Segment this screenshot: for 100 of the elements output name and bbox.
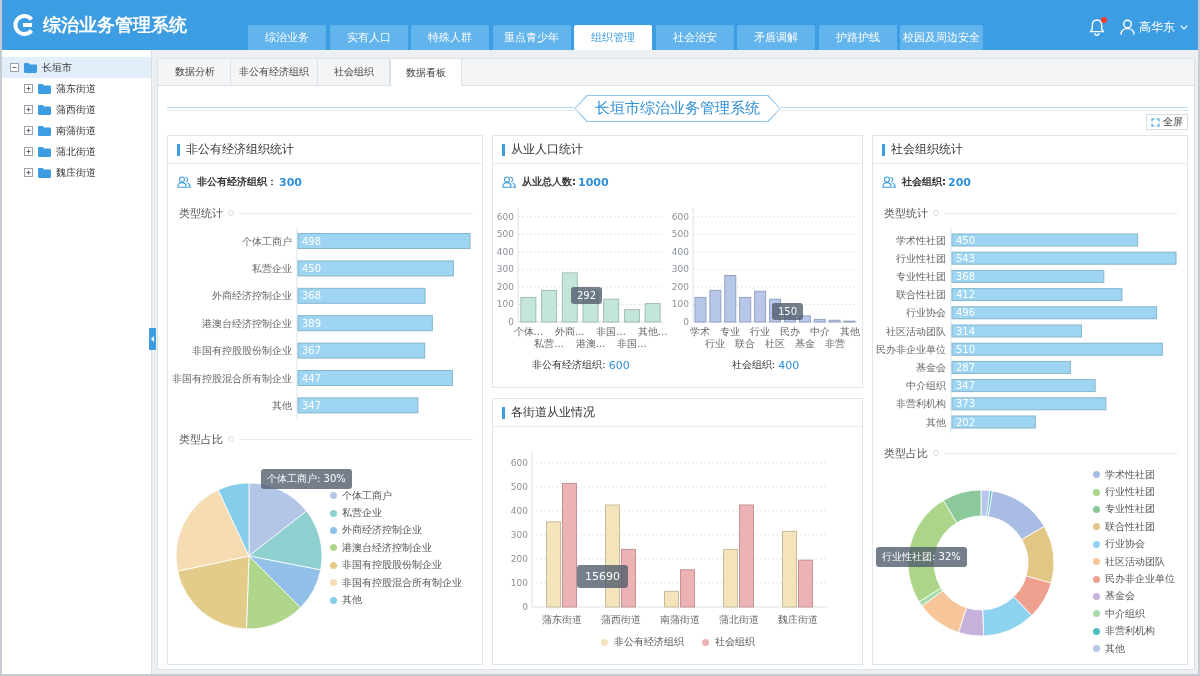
tick-label: 100: [510, 578, 528, 588]
axis-label: 非营利机构: [896, 398, 946, 410]
tick-label: 200: [671, 281, 689, 292]
axis-label: 私营企业: [252, 262, 292, 274]
tooltip: 行业性社团: 32%: [876, 547, 967, 567]
axis-label: 行业: [705, 338, 726, 349]
tooltip: 150: [772, 303, 804, 320]
panel-title: 从业人口统计: [511, 141, 583, 158]
section-title: 类型统计: [884, 205, 928, 221]
stat-label: 从业总人数:: [522, 175, 576, 189]
tick-label: 300: [510, 530, 528, 540]
axis-label: 蒲西街道: [600, 614, 641, 625]
app-title: 综治业务管理系统: [43, 13, 187, 37]
bar-value-label: 347: [302, 399, 322, 411]
axis-label: 社区活动团队: [886, 325, 946, 337]
stat-value: 300: [279, 175, 302, 189]
bar-value-label: 287: [956, 361, 976, 373]
axis-label: 南蒲街道: [659, 614, 700, 625]
caption-value: 400: [778, 358, 800, 372]
stat-label: 社会组织:: [902, 175, 946, 189]
legend-label: 社区活动团队: [1105, 554, 1165, 569]
axis-label: 私营...: [534, 338, 564, 349]
tick-label: 0: [508, 317, 514, 327]
axis-label: 民办: [779, 326, 800, 337]
tick-label: 300: [671, 264, 689, 275]
legend-label: 社会组织: [714, 635, 755, 649]
legend-label: 非营利机构: [1105, 624, 1155, 639]
caption-label: 非公有经济组织:: [532, 358, 606, 372]
axis-label: 外商经济控制企业: [212, 290, 292, 302]
section-title: 类型统计: [179, 205, 223, 221]
legend-label: 专业性社团: [1105, 502, 1155, 517]
bar-value-label: 368: [956, 270, 976, 282]
bar-value-label: 447: [302, 372, 322, 384]
legend-label: 非公有经济组织: [613, 635, 684, 649]
tick-label: 400: [510, 506, 528, 516]
bar-value-label: 367: [302, 345, 322, 357]
axis-label: 中介组织: [906, 380, 946, 392]
tick-label: 200: [496, 281, 514, 292]
legend-label: 联合性社团: [1105, 519, 1155, 534]
stat-label: 非公有经济组织：: [197, 175, 277, 189]
tick-label: 600: [671, 211, 689, 222]
legend-label: 民办非企业单位: [1105, 572, 1175, 587]
bar-value-label: 496: [956, 307, 976, 319]
tooltip: 15690: [577, 565, 628, 588]
legend-label: 非国有控股混合所有制企业: [342, 575, 462, 590]
panel-title: 社会组织统计: [891, 141, 963, 158]
tick-label: 200: [510, 554, 528, 564]
legend-label: 学术性社团: [1105, 467, 1155, 482]
axis-label: 港澳...: [575, 338, 606, 349]
panel-title: 非公有经济组织统计: [186, 141, 294, 158]
axis-label: 港澳台经济控制企业: [202, 317, 292, 329]
axis-label: 社区: [765, 338, 785, 349]
bar-value-label: 498: [302, 235, 322, 247]
bar-value-label: 202: [956, 416, 976, 428]
section-title: 类型占比: [179, 431, 223, 447]
tick-label: 100: [496, 299, 514, 310]
legend-label: 其他: [1105, 641, 1125, 656]
axis-label: 其他: [926, 416, 946, 428]
legend-label: 行业协会: [1105, 537, 1145, 552]
tick-label: 0: [522, 602, 528, 612]
tooltip: 292: [571, 287, 603, 304]
axis-label: 其他...: [637, 326, 668, 337]
tick-label: 100: [671, 299, 689, 310]
axis-label: 非国...: [596, 326, 626, 337]
legend-label: 私营企业: [342, 506, 382, 521]
tick-label: 500: [671, 229, 689, 240]
legend-label: 港澳台经济控制企业: [342, 540, 432, 555]
legend-label: 非国有控股股份制企业: [342, 558, 442, 573]
axis-label: 非营: [824, 338, 845, 349]
axis-label: 学术: [690, 326, 711, 337]
tick-label: 500: [510, 482, 528, 492]
legend-label: 个体工商户: [342, 488, 392, 503]
axis-label: 基金: [794, 338, 815, 349]
tick-label: 300: [496, 264, 514, 275]
tick-label: 600: [496, 211, 514, 222]
axis-label: 专业: [720, 326, 741, 337]
axis-label: 非国有控股混合所有制企业: [172, 372, 292, 384]
stat-value: 1000: [578, 175, 609, 189]
stat-value: 200: [948, 175, 971, 189]
panel-title: 各街道从业情况: [511, 404, 595, 421]
axis-label: 民办非企业单位: [876, 343, 946, 355]
bar-value-label: 412: [956, 289, 976, 301]
bar-value-label: 368: [302, 290, 322, 302]
bar-value-label: 450: [956, 234, 976, 246]
axis-label: 联合性社团: [896, 289, 946, 301]
bar-value-label: 373: [956, 398, 976, 410]
axis-label: 蒲东街道: [541, 614, 582, 625]
legend-label: 其他: [342, 593, 362, 608]
section-title: 类型占比: [884, 445, 928, 461]
axis-label: 其他: [839, 326, 860, 337]
axis-label: 非国...: [617, 338, 647, 349]
bar-value-label: 389: [302, 317, 322, 329]
axis-label: 行业性社团: [896, 252, 946, 264]
tick-label: 600: [510, 458, 528, 468]
bar-value-label: 510: [956, 343, 976, 355]
axis-label: 行业协会: [906, 307, 946, 319]
axis-label: 联合: [735, 338, 756, 349]
bar-value-label: 543: [956, 252, 976, 264]
tick-label: 400: [671, 246, 689, 257]
bar-value-label: 314: [956, 325, 976, 337]
